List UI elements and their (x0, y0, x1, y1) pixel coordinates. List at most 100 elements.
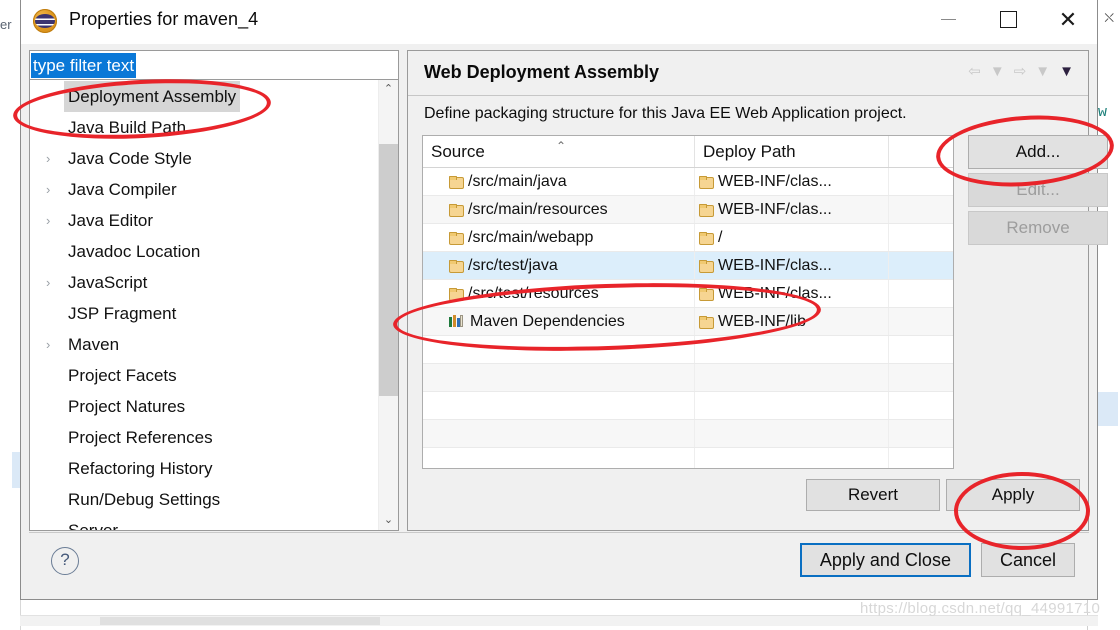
page-title: Web Deployment Assembly (424, 62, 659, 83)
table-row[interactable]: Maven DependenciesWEB-INF/lib (423, 308, 953, 336)
background-left-strip (0, 0, 21, 630)
close-button[interactable]: ✕ (1045, 0, 1091, 40)
scroll-up-icon[interactable]: ⌃ (379, 80, 398, 99)
back-arrow-icon[interactable]: ⇦ (968, 64, 981, 79)
add-button[interactable]: Add... (968, 135, 1108, 169)
chevron-right-icon[interactable]: › (46, 329, 60, 360)
cell-blank (889, 392, 953, 419)
properties-dialog: Properties for maven_4 ✕ type filter tex… (20, 0, 1098, 600)
page-description: Define packaging structure for this Java… (424, 105, 907, 123)
sidebar-item-label: Java Compiler (68, 174, 177, 205)
folder-icon (699, 260, 713, 271)
dialog-footer-buttons: Apply and Close Cancel (800, 543, 1075, 577)
folder-icon (449, 176, 463, 187)
table-row[interactable]: /src/main/webapp/ (423, 224, 953, 252)
cell-deploy-path: WEB-INF/clas... (695, 196, 889, 223)
table-row-empty[interactable] (423, 392, 953, 420)
chevron-right-icon[interactable]: › (46, 174, 60, 205)
cell-deploy-path: WEB-INF/clas... (695, 252, 889, 279)
table-body: /src/main/javaWEB-INF/clas.../src/main/r… (423, 168, 953, 469)
maximize-icon (1000, 11, 1017, 28)
apply-and-close-button[interactable]: Apply and Close (800, 543, 971, 577)
sidebar-item-project-natures[interactable]: Project Natures (30, 391, 378, 422)
sidebar-item-run-debug-settings[interactable]: Run/Debug Settings (30, 484, 378, 515)
sidebar-item-java-compiler[interactable]: › Java Compiler (30, 174, 378, 205)
cell-source: /src/main/webapp (423, 224, 695, 251)
folder-icon (699, 288, 713, 299)
forward-dropdown-icon[interactable]: ▼ (1035, 64, 1050, 79)
sidebar-item-refactoring-history[interactable]: Refactoring History (30, 453, 378, 484)
back-dropdown-icon[interactable]: ▼ (990, 64, 1005, 79)
sidebar-item-javadoc-location[interactable]: Javadoc Location (30, 236, 378, 267)
minimize-button[interactable] (925, 0, 971, 40)
sort-ascending-icon: ⌃ (556, 135, 566, 162)
folder-icon (449, 204, 463, 215)
sidebar-item-label: Refactoring History (68, 453, 213, 484)
cell-deploy-path: / (695, 224, 889, 251)
folder-icon (449, 232, 463, 243)
table-row-empty[interactable] (423, 364, 953, 392)
cell-blank (889, 364, 953, 391)
cell-deploy-path-label: WEB-INF/clas... (718, 201, 832, 218)
sidebar-item-jsp-fragment[interactable]: JSP Fragment (30, 298, 378, 329)
sidebar-item-label: JavaScript (68, 267, 147, 298)
sidebar-item-project-references[interactable]: Project References (30, 422, 378, 453)
revert-button[interactable]: Revert (806, 479, 940, 511)
sidebar-item-deployment-assembly[interactable]: Deployment Assembly (30, 81, 378, 112)
sidebar-item-project-facets[interactable]: Project Facets (30, 360, 378, 391)
chevron-right-icon[interactable]: › (46, 143, 60, 174)
page-header: Web Deployment Assembly ⇦ ▼ ⇨ ▼ ▼ (408, 51, 1088, 96)
column-header-source[interactable]: Source ⌃ (423, 136, 695, 167)
cell-deploy-path-label: WEB-INF/lib (718, 313, 806, 330)
tree-scrollbar-thumb[interactable] (379, 144, 398, 396)
table-row[interactable]: /src/main/resourcesWEB-INF/clas... (423, 196, 953, 224)
table-row-empty[interactable] (423, 336, 953, 364)
column-header-deploy-path[interactable]: Deploy Path (695, 136, 889, 167)
sidebar-item-java-build-path[interactable]: Java Build Path (30, 112, 378, 143)
cancel-button[interactable]: Cancel (981, 543, 1075, 577)
sidebar-item-java-code-style[interactable]: ›Java Code Style (30, 143, 378, 174)
background-editor-tab-label: er (0, 14, 22, 36)
column-header-blank[interactable] (889, 136, 953, 167)
cell-blank (889, 224, 953, 251)
menu-dropdown-icon[interactable]: ▼ (1059, 64, 1074, 79)
table-row[interactable]: /src/test/javaWEB-INF/clas... (423, 252, 953, 280)
folder-icon (699, 316, 713, 327)
folder-icon (449, 260, 463, 271)
form-action-buttons: RevertApply (806, 479, 1080, 511)
folder-icon (699, 176, 713, 187)
sidebar-item-server[interactable]: Server (30, 515, 378, 530)
table-row-empty[interactable] (423, 420, 953, 448)
cell-deploy-path-label: WEB-INF/clas... (718, 173, 832, 190)
cell-blank (889, 308, 953, 335)
sidebar-item-label: Java Build Path (68, 112, 186, 143)
chevron-right-icon[interactable]: › (46, 267, 60, 298)
apply-button[interactable]: Apply (946, 479, 1080, 511)
cell-source (423, 392, 695, 419)
dialog-titlebar: Properties for maven_4 ✕ (21, 0, 1097, 44)
filter-input[interactable]: type filter text (29, 50, 399, 80)
cell-deploy-path (695, 448, 889, 469)
edit-button: Edit... (968, 173, 1108, 207)
maximize-button[interactable] (985, 0, 1031, 40)
background-scrollbar-thumb[interactable] (100, 617, 380, 625)
sidebar-item-javascript[interactable]: › JavaScript (30, 267, 378, 298)
sidebar-item-maven[interactable]: ›Maven (30, 329, 378, 360)
eclipse-icon (33, 9, 57, 33)
folder-icon (699, 232, 713, 243)
table-row[interactable]: /src/test/resourcesWEB-INF/clas... (423, 280, 953, 308)
help-button[interactable]: ? (51, 547, 79, 575)
chevron-right-icon[interactable]: › (46, 205, 60, 236)
table-row-empty[interactable] (423, 448, 953, 469)
cell-deploy-path-label: WEB-INF/clas... (718, 285, 832, 302)
cell-deploy-path (695, 420, 889, 447)
tree-scrollbar[interactable]: ⌃ ⌄ (378, 80, 398, 530)
filter-input-value: type filter text (31, 53, 136, 78)
settings-tree-list: Deployment AssemblyJava Build Path›Java … (30, 80, 378, 530)
dialog-title: Properties for maven_4 (69, 9, 258, 30)
cell-blank (889, 280, 953, 307)
table-row[interactable]: /src/main/javaWEB-INF/clas... (423, 168, 953, 196)
sidebar-item-java-editor[interactable]: ›Java Editor (30, 205, 378, 236)
scroll-down-icon[interactable]: ⌄ (379, 511, 398, 530)
forward-arrow-icon[interactable]: ⇨ (1014, 64, 1027, 79)
